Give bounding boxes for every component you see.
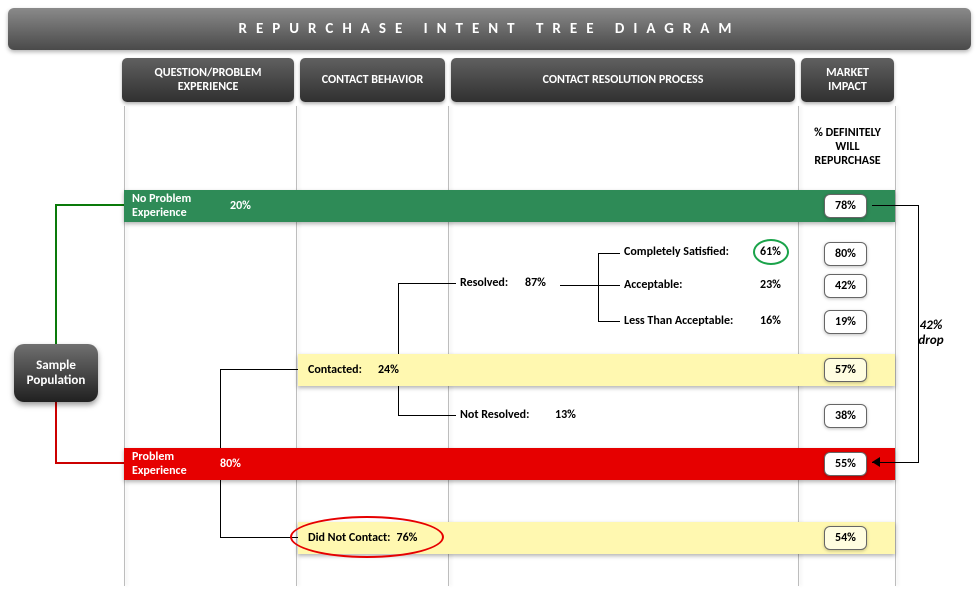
subheader-repurchase: % DEFINITELY WILL REPURCHASE bbox=[801, 126, 894, 168]
connector bbox=[55, 462, 125, 464]
badge-contacted: 57% bbox=[824, 358, 867, 382]
resolved-label: Resolved: bbox=[460, 276, 508, 290]
not-resolved-pct: 13% bbox=[555, 408, 576, 422]
badge-no-problem: 78% bbox=[824, 194, 867, 218]
connector bbox=[598, 253, 599, 322]
connector bbox=[220, 478, 221, 538]
header-contact-behavior: CONTACT BEHAVIOR bbox=[300, 58, 445, 102]
connector bbox=[220, 369, 298, 370]
badge-less-than-acceptable: 19% bbox=[824, 310, 867, 334]
divider bbox=[448, 106, 449, 586]
connector bbox=[598, 253, 620, 254]
problem-pct: 80% bbox=[220, 457, 241, 471]
divider bbox=[124, 106, 125, 586]
not-resolved-label: Not Resolved: bbox=[460, 408, 529, 422]
band-problem: Problem Experience 80% bbox=[124, 448, 895, 480]
connector bbox=[55, 204, 125, 206]
connector bbox=[220, 369, 221, 449]
badge-completely-satisfied: 80% bbox=[824, 242, 867, 266]
connector bbox=[55, 402, 57, 464]
connector bbox=[560, 285, 598, 286]
badge-did-not-contact: 54% bbox=[824, 526, 867, 550]
badge-problem: 55% bbox=[824, 452, 867, 476]
band-no-problem: No Problem Experience 20% bbox=[124, 190, 895, 222]
no-problem-label: No Problem Experience bbox=[132, 192, 222, 220]
acceptable-pct: 23% bbox=[760, 278, 781, 292]
completely-satisfied-label: Completely Satisfied: bbox=[624, 245, 729, 259]
no-problem-pct: 20% bbox=[230, 199, 251, 213]
acceptable-label: Acceptable: bbox=[624, 278, 682, 292]
divider bbox=[798, 106, 799, 586]
header-question-problem: QUESTION/PROBLEM EXPERIENCE bbox=[122, 58, 294, 102]
band-contacted: Contacted: 24% bbox=[298, 354, 895, 386]
divider bbox=[296, 106, 297, 586]
badge-acceptable: 42% bbox=[824, 274, 867, 298]
drop-label: 42% drop bbox=[906, 318, 956, 348]
divider bbox=[895, 106, 896, 586]
title-bar: REPURCHASE INTENT TREE DIAGRAM bbox=[8, 8, 971, 50]
connector bbox=[398, 283, 399, 354]
header-market-impact: MARKET IMPACT bbox=[801, 58, 894, 102]
highlight-circle-green bbox=[753, 239, 789, 265]
title-text: REPURCHASE INTENT TREE DIAGRAM bbox=[239, 20, 741, 38]
connector bbox=[598, 285, 620, 286]
highlight-ellipse-red bbox=[290, 516, 444, 558]
connector bbox=[398, 386, 399, 416]
less-than-acceptable-label: Less Than Acceptable: bbox=[624, 314, 733, 328]
sample-population-node: Sample Population bbox=[14, 344, 98, 402]
header-contact-resolution: CONTACT RESOLUTION PROCESS bbox=[451, 58, 795, 102]
bracket-top bbox=[872, 205, 918, 206]
arrowhead-icon bbox=[872, 457, 880, 467]
connector bbox=[55, 204, 57, 344]
contacted-label: Contacted: bbox=[308, 363, 362, 377]
connector bbox=[398, 415, 456, 416]
connector bbox=[220, 537, 298, 538]
contacted-pct: 24% bbox=[378, 363, 399, 377]
connector bbox=[598, 321, 620, 322]
resolved-pct: 87% bbox=[525, 276, 546, 290]
problem-label: Problem Experience bbox=[132, 450, 212, 478]
connector bbox=[398, 283, 456, 284]
badge-not-resolved: 38% bbox=[824, 404, 867, 428]
less-than-acceptable-pct: 16% bbox=[760, 314, 781, 328]
